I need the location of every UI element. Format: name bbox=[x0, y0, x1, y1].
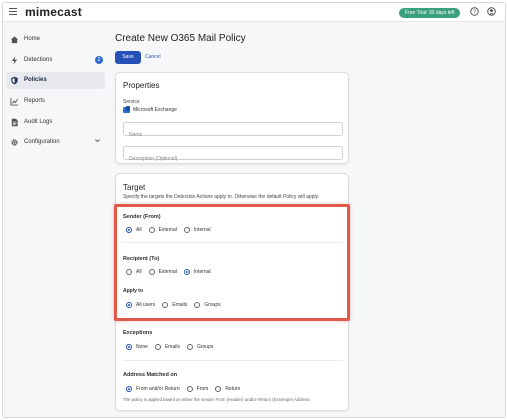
gear-icon bbox=[10, 138, 19, 147]
help-icon[interactable]: ? bbox=[469, 7, 479, 17]
divider bbox=[123, 360, 343, 361]
sidebar: Home Detections 2 Policies Reports Audit… bbox=[3, 22, 107, 417]
document-icon bbox=[10, 118, 19, 127]
chevron-down-icon[interactable] bbox=[94, 137, 101, 146]
exceptions-radio-group: None Emails Groups bbox=[126, 342, 220, 351]
home-icon bbox=[10, 35, 19, 44]
name-field[interactable] bbox=[123, 122, 343, 141]
description-field[interactable] bbox=[123, 146, 343, 165]
sidebar-item-label: Home bbox=[24, 36, 41, 42]
radio-button[interactable] bbox=[186, 385, 193, 392]
name-input[interactable] bbox=[124, 129, 342, 141]
radio-button[interactable] bbox=[126, 385, 132, 392]
shield-icon bbox=[10, 76, 19, 85]
address-matched-radio-group: From and/or Return From Return bbox=[126, 384, 247, 393]
sidebar-item-label: Audit Logs bbox=[24, 119, 53, 125]
radio-button[interactable] bbox=[126, 343, 132, 350]
svg-text:?: ? bbox=[473, 9, 476, 15]
sidebar-item-label: Detections bbox=[24, 57, 53, 63]
service-value: Microsoft Exchange bbox=[133, 107, 177, 113]
sidebar-item-detections[interactable]: Detections 2 bbox=[6, 52, 105, 69]
chart-icon bbox=[10, 97, 19, 106]
sidebar-item-reports[interactable]: Reports bbox=[6, 93, 105, 110]
address-option-from-and-return[interactable]: From and/or Return bbox=[126, 385, 180, 392]
trial-badge[interactable]: Free Trial: 30 days left bbox=[399, 8, 461, 18]
radio-button[interactable] bbox=[154, 343, 161, 350]
properties-title: Properties bbox=[123, 81, 160, 90]
sidebar-item-policies[interactable]: Policies bbox=[6, 72, 105, 89]
sidebar-item-audit-logs[interactable]: Audit Logs bbox=[6, 114, 105, 131]
app-window: mimecast Free Trial: 30 days left ? Home… bbox=[2, 2, 506, 418]
highlight-box bbox=[114, 204, 350, 321]
exceptions-option-emails[interactable]: Emails bbox=[154, 343, 180, 350]
bolt-icon bbox=[10, 56, 19, 65]
radio-button[interactable] bbox=[215, 385, 222, 392]
address-option-return[interactable]: Return bbox=[215, 385, 240, 392]
sidebar-item-label: Reports bbox=[24, 98, 46, 104]
exchange-icon bbox=[123, 106, 130, 113]
sidebar-item-label: Policies bbox=[24, 77, 47, 83]
radio-button[interactable] bbox=[186, 343, 193, 350]
account-icon[interactable] bbox=[486, 7, 496, 17]
exceptions-label: Exceptions bbox=[123, 330, 153, 336]
service-label: Service bbox=[123, 99, 140, 105]
save-button[interactable]: Save bbox=[115, 51, 141, 64]
target-title: Target bbox=[123, 183, 146, 192]
description-input[interactable] bbox=[124, 153, 342, 165]
sidebar-item-label: Configuration bbox=[24, 139, 60, 145]
exceptions-option-none[interactable]: None bbox=[126, 343, 148, 350]
address-matched-label: Address Matched on bbox=[123, 372, 178, 378]
properties-card: Properties Service Microsoft Exchange bbox=[115, 72, 349, 165]
address-option-from[interactable]: From bbox=[186, 385, 208, 392]
cancel-button[interactable]: Cancel bbox=[145, 51, 161, 64]
target-description: Specify the targets the Detection Action… bbox=[123, 194, 320, 200]
detections-count-badge: 2 bbox=[95, 56, 103, 64]
address-matched-note: The policy is applied based on either th… bbox=[123, 397, 310, 402]
logo: mimecast bbox=[25, 5, 82, 19]
exceptions-option-groups[interactable]: Groups bbox=[186, 343, 213, 350]
sidebar-item-configuration[interactable]: Configuration bbox=[6, 134, 105, 151]
top-bar: mimecast Free Trial: 30 days left ? bbox=[3, 3, 505, 22]
page-title: Create New O365 Mail Policy bbox=[115, 33, 246, 44]
sidebar-item-home[interactable]: Home bbox=[6, 31, 105, 48]
menu-icon[interactable] bbox=[9, 8, 17, 15]
